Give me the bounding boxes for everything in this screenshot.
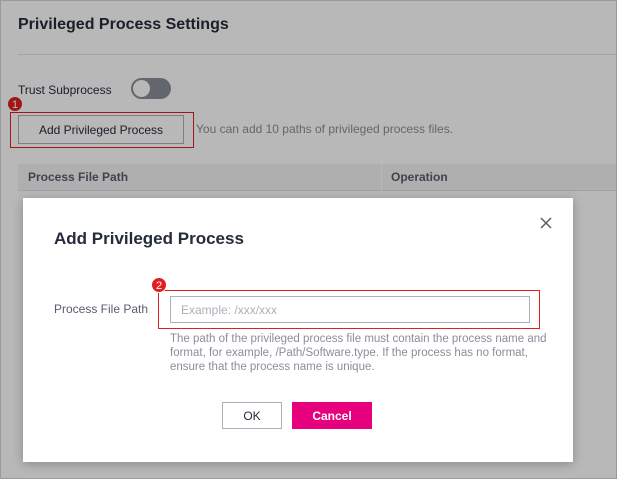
process-file-path-label: Process File Path [54,302,149,316]
annotation-highlight-2 [158,290,540,329]
dialog-title: Add Privileged Process [54,229,244,248]
close-icon[interactable] [537,214,555,232]
add-privileged-process-dialog: Add Privileged Process Process File Path… [23,198,573,462]
cancel-button[interactable]: Cancel [292,402,372,429]
ok-button[interactable]: OK [222,402,282,429]
annotation-badge-2: 2 [151,277,167,293]
path-help-text: The path of the privileged process file … [170,333,547,373]
